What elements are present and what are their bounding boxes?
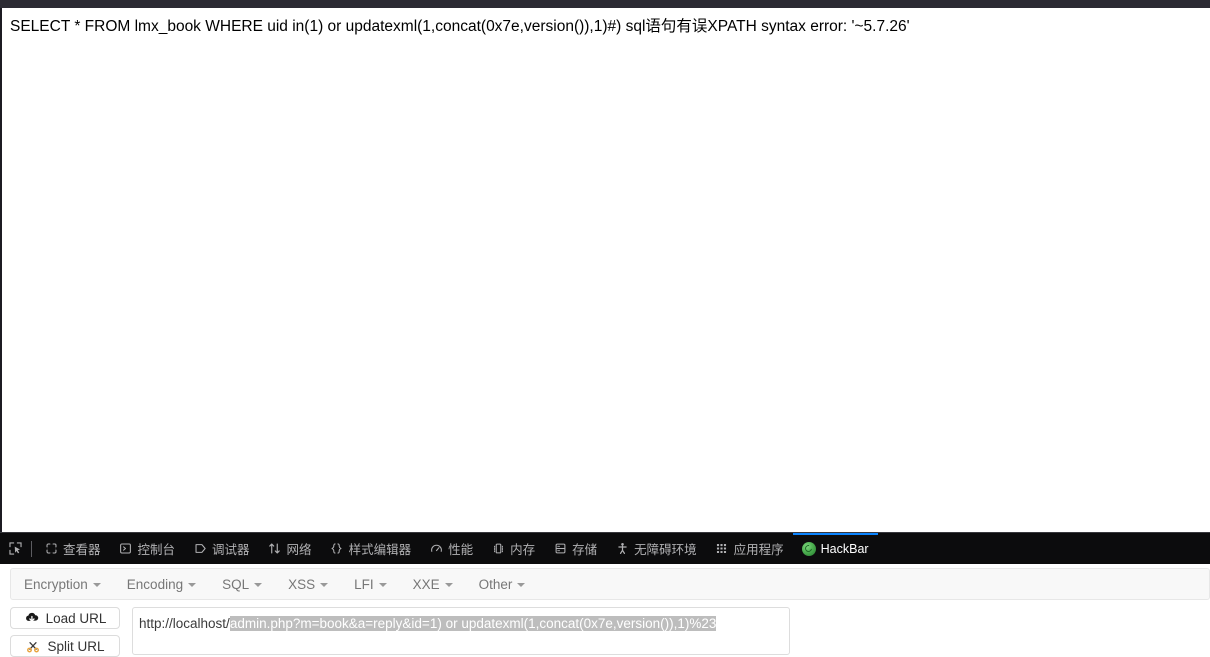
chevron-down-icon [517, 583, 526, 587]
tab-inspector-label: 查看器 [63, 543, 101, 557]
tab-style-editor-label: 样式编辑器 [348, 543, 412, 557]
scissors-icon [25, 639, 41, 653]
chevron-down-icon [378, 583, 387, 587]
menu-sql-label: SQL [222, 576, 250, 592]
menu-lfi-label: LFI [354, 576, 374, 592]
menu-encryption-label: Encryption [24, 576, 88, 592]
style-editor-icon [330, 542, 344, 556]
menu-encryption[interactable]: Encryption [11, 569, 114, 599]
browser-window: SELECT * FROM lmx_book WHERE uid in(1) o… [0, 0, 1210, 657]
chevron-down-icon [254, 583, 263, 587]
hackbar-logo-icon [801, 541, 816, 556]
menu-encoding-label: Encoding [126, 576, 184, 592]
devtools-toolbar: 查看器 控制台 调试器 网络 样式编辑器 性能 内存 存储 无障碍环境 应用程序… [0, 532, 1210, 564]
devtools-tab-list: 查看器 控制台 调试器 网络 样式编辑器 性能 内存 存储 无障碍环境 应用程序… [35, 533, 1210, 564]
tab-storage[interactable]: 存储 [544, 533, 606, 564]
cloud-download-icon [24, 611, 40, 625]
tab-console-label: 控制台 [137, 543, 176, 557]
hackbar-panel: Encryption Encoding SQL XSS LFI XXE Othe… [0, 564, 1210, 657]
tab-accessibility[interactable]: 无障碍环境 [606, 533, 706, 564]
accessibility-icon [615, 542, 629, 556]
url-field-wrapper: http://localhost/admin.php?m=book&a=repl… [132, 607, 790, 657]
menu-xss[interactable]: XSS [275, 569, 341, 599]
tab-hackbar-label: HackBar [820, 541, 869, 556]
menu-xxe-label: XXE [412, 576, 440, 592]
tab-inspector[interactable]: 查看器 [35, 533, 110, 564]
menu-encoding[interactable]: Encoding [114, 569, 209, 599]
chevron-down-icon [320, 583, 329, 587]
tab-console[interactable]: 控制台 [110, 533, 185, 564]
tab-application[interactable]: 应用程序 [706, 533, 793, 564]
url-prefix-text: http://localhost/ [139, 616, 230, 631]
hackbar-action-buttons: Load URL Split URL [10, 607, 120, 657]
tab-memory-label: 内存 [510, 543, 536, 557]
element-picker-button[interactable] [0, 533, 30, 564]
network-icon [268, 542, 282, 556]
hackbar-menubar: Encryption Encoding SQL XSS LFI XXE Othe… [10, 568, 1210, 600]
tab-application-label: 应用程序 [733, 543, 784, 557]
tab-storage-label: 存储 [572, 543, 598, 557]
menu-sql[interactable]: SQL [209, 569, 275, 599]
menu-xxe[interactable]: XXE [400, 569, 466, 599]
storage-icon [553, 542, 567, 556]
chevron-down-icon [92, 583, 101, 587]
split-url-button-label: Split URL [47, 638, 105, 654]
hackbar-body: Load URL Split URL http://localhost/admi… [10, 607, 1202, 657]
memory-icon [491, 542, 505, 556]
tab-hackbar[interactable]: HackBar [792, 533, 878, 564]
split-url-button[interactable]: Split URL [10, 635, 120, 657]
menu-other-label: Other [478, 576, 513, 592]
tab-performance-label: 性能 [448, 543, 474, 557]
menu-other[interactable]: Other [466, 569, 539, 599]
menu-xss-label: XSS [288, 576, 316, 592]
tab-debugger-label: 调试器 [212, 543, 250, 557]
tab-style-editor[interactable]: 样式编辑器 [321, 533, 421, 564]
load-url-button[interactable]: Load URL [10, 607, 120, 629]
performance-icon [429, 542, 443, 556]
page-viewport: SELECT * FROM lmx_book WHERE uid in(1) o… [0, 8, 1210, 532]
page-content-text: SELECT * FROM lmx_book WHERE uid in(1) o… [10, 18, 910, 35]
tab-debugger[interactable]: 调试器 [184, 533, 259, 564]
chevron-down-icon [444, 583, 453, 587]
browser-chrome-strip [0, 0, 1210, 8]
menu-lfi[interactable]: LFI [341, 569, 400, 599]
toolbar-separator [31, 540, 32, 557]
tab-accessibility-label: 无障碍环境 [634, 543, 697, 557]
application-icon [715, 542, 729, 556]
tab-network-label: 网络 [286, 543, 312, 557]
element-picker-icon [8, 542, 22, 555]
console-icon [119, 542, 133, 556]
tab-network[interactable]: 网络 [259, 533, 321, 564]
url-input[interactable]: http://localhost/admin.php?m=book&a=repl… [132, 607, 790, 655]
debugger-icon [193, 542, 207, 556]
load-url-button-label: Load URL [45, 610, 107, 626]
inspector-icon [44, 542, 58, 556]
chevron-down-icon [188, 583, 197, 587]
tab-memory[interactable]: 内存 [482, 533, 544, 564]
url-selected-text: admin.php?m=book&a=reply&id=1) or update… [229, 616, 717, 631]
tab-performance[interactable]: 性能 [420, 533, 482, 564]
